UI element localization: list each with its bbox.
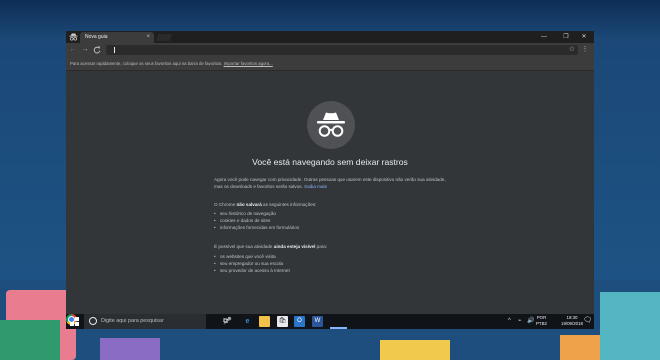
not-saved-paragraph: O Chrome não salvará as seguintes inform… [214, 201, 454, 208]
edge-icon[interactable]: e [242, 316, 253, 327]
not-saved-suffix: as seguintes informações: [261, 202, 317, 207]
bookmarks-bar: Para acessar rapidamente, coloque os seu… [66, 57, 594, 71]
show-hidden-icons-button[interactable]: ^ [508, 317, 511, 326]
list-item: seu empregador ou sua escola [214, 260, 454, 267]
list-item: cookies e dados de sites [214, 217, 454, 224]
network-icon[interactable]: ⌁ [518, 317, 522, 326]
reload-button[interactable] [92, 45, 102, 55]
file-explorer-icon[interactable] [259, 316, 270, 327]
tab-title: Nova guia [85, 34, 108, 40]
notifications-icon[interactable]: 🗨 [583, 317, 592, 325]
desktop-wallpaper-left [0, 36, 66, 280]
address-bar[interactable]: ☆ [106, 45, 578, 55]
search-placeholder: Digite aqui para pesquisar [101, 318, 164, 324]
keyboard-layout: PTB2 [536, 321, 547, 326]
still-visible-list: os websites que você visita seu empregad… [214, 253, 454, 274]
system-clock[interactable]: 18:30 19/09/2018 [559, 315, 585, 327]
wallpaper-shape [0, 320, 60, 360]
page-title: Você está navegando sem deixar rastros [252, 157, 408, 167]
taskbar: Digite aqui para pesquisar 🎤 ⧉ e 🛍 O W ^… [66, 314, 594, 329]
import-bookmarks-link[interactable]: Importar favoritos agora... [224, 61, 273, 66]
reload-icon [93, 46, 101, 54]
minimize-button[interactable]: — [534, 32, 554, 42]
still-visible-prefix: É possível que sua atividade [214, 244, 274, 249]
still-visible-bold: ainda esteja visível [273, 244, 316, 249]
input-language[interactable]: POR PTB2 [536, 315, 547, 327]
incognito-hero-icon [307, 101, 355, 149]
intro-text: Agora você pode navegar com privacidade.… [214, 177, 446, 189]
word-icon[interactable]: W [312, 316, 323, 327]
tab-nova-guia[interactable]: Nova guia × [80, 32, 154, 43]
text-cursor [114, 47, 115, 53]
back-button[interactable]: ← [68, 45, 78, 55]
bookmarks-hint: Para acessar rapidamente, coloque os seu… [70, 61, 223, 66]
task-view-icon[interactable]: ⧉ [220, 316, 231, 327]
menu-icon[interactable]: ⋮ [580, 45, 590, 55]
title-bar[interactable]: Nova guia × — ❐ ✕ [66, 31, 594, 43]
list-item: seu provedor de acesso à Internet [214, 267, 454, 274]
active-app-indicator [330, 327, 347, 329]
store-icon[interactable]: 🛍 [277, 316, 288, 327]
not-saved-list: seu histórico de navegação cookies e dad… [214, 210, 454, 231]
still-visible-paragraph: É possível que sua atividade ainda estej… [214, 243, 454, 250]
new-tab-button[interactable] [155, 34, 173, 41]
close-button[interactable]: ✕ [574, 32, 594, 42]
not-saved-prefix: O Chrome [214, 202, 237, 207]
volume-icon[interactable]: 🔊 [527, 317, 534, 326]
wallpaper-shape [380, 340, 450, 360]
list-item: os websites que você visita [214, 253, 454, 260]
forward-button[interactable]: → [80, 45, 90, 55]
incognito-page: Você está navegando sem deixar rastros A… [66, 71, 594, 314]
incognito-icon [69, 33, 78, 41]
list-item: informações fornecidas em formulários [214, 224, 454, 231]
tab-close-icon[interactable]: × [146, 33, 150, 42]
incognito-icon [317, 112, 345, 137]
learn-more-link[interactable]: Saiba mais [304, 184, 327, 189]
browser-window: Nova guia × — ❐ ✕ ← → ☆ ⋮ Para acessar r… [66, 31, 594, 314]
cortana-icon [89, 317, 97, 325]
wallpaper-shape [560, 335, 600, 360]
outlook-icon[interactable]: O [294, 316, 305, 327]
clock-date: 19/09/2018 [561, 321, 583, 326]
wallpaper-shape [600, 292, 660, 360]
bookmark-star-icon[interactable]: ☆ [569, 45, 575, 55]
intro-paragraph: Agora você pode navegar com privacidade.… [214, 176, 454, 190]
still-visible-suffix: para: [315, 244, 328, 249]
maximize-button[interactable]: ❐ [556, 32, 576, 42]
wallpaper-shape [100, 338, 160, 360]
list-item: seu histórico de navegação [214, 210, 454, 217]
toolbar: ← → ☆ ⋮ [66, 43, 594, 57]
not-saved-bold: não salvará [236, 202, 262, 207]
taskbar-search-box[interactable]: Digite aqui para pesquisar 🎤 [84, 314, 232, 329]
desktop-wallpaper-right [594, 36, 660, 280]
